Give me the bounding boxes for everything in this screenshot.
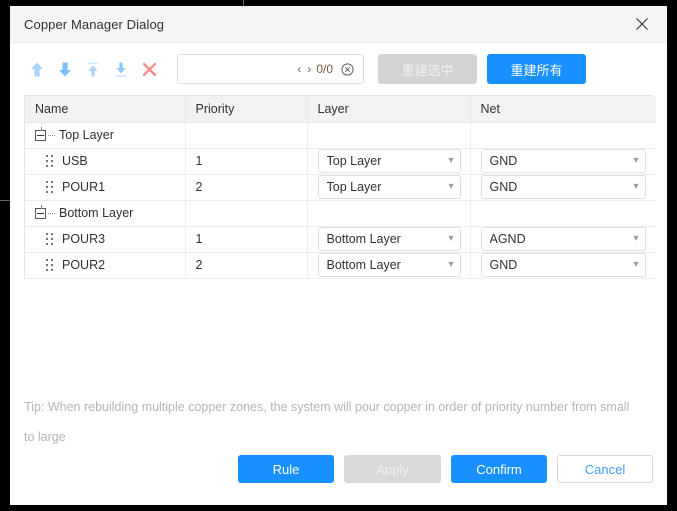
copper-manager-dialog: Copper Manager Dialog ‹ › 0/0 重建选中 重建所有 … xyxy=(10,6,667,505)
row-layer-cell: Bottom Layer ▾ xyxy=(307,226,471,253)
tip-text: Tip: When rebuilding multiple copper zon… xyxy=(24,399,630,444)
search-next-button[interactable]: › xyxy=(304,63,314,75)
chevron-down-icon: ▾ xyxy=(448,233,454,244)
dialog-footer: Rule Apply Confirm Cancel xyxy=(10,452,667,506)
move-to-bottom-icon[interactable] xyxy=(108,56,134,82)
chevron-down-icon: ▾ xyxy=(633,155,639,166)
row-name-label: POUR2 xyxy=(62,258,106,272)
row-layer-cell: Top Layer ▾ xyxy=(307,148,471,175)
row-name-label: Bottom Layer xyxy=(59,206,134,220)
move-down-icon[interactable] xyxy=(52,56,78,82)
row-priority-cell xyxy=(185,122,308,149)
tree-connector-icon xyxy=(48,134,55,136)
dialog-title: Copper Manager Dialog xyxy=(24,16,165,32)
table-header-row: Name Priority Layer Net xyxy=(25,96,656,123)
layer-select-value: Top Layer xyxy=(326,154,382,168)
table-row[interactable]: POUR3 1 Bottom Layer ▾ AGND ▾ xyxy=(25,226,656,253)
net-select-value: GND xyxy=(489,154,518,168)
table-row[interactable]: Top Layer xyxy=(25,122,656,149)
drag-handle-icon[interactable] xyxy=(46,233,55,246)
row-net-cell xyxy=(470,122,656,149)
row-name-cell: POUR2 xyxy=(25,252,186,279)
rule-button[interactable]: Rule xyxy=(238,455,334,483)
row-name-cell: POUR3 xyxy=(25,226,186,253)
row-priority-cell[interactable]: 2 xyxy=(185,252,308,279)
net-select[interactable]: GND ▾ xyxy=(480,149,646,173)
search-prev-button[interactable]: ‹ xyxy=(294,63,304,75)
clear-circle-icon[interactable] xyxy=(340,62,355,77)
row-name-label: POUR1 xyxy=(62,180,106,194)
row-name-cell: USB xyxy=(25,148,186,175)
row-layer-cell: Bottom Layer ▾ xyxy=(307,252,471,279)
layer-select[interactable]: Bottom Layer ▾ xyxy=(317,227,461,251)
row-name-cell: Bottom Layer xyxy=(25,200,186,227)
row-name-cell: POUR1 xyxy=(25,174,186,201)
tree-connector-icon xyxy=(48,212,55,214)
screen: Copper Manager Dialog ‹ › 0/0 重建选中 重建所有 … xyxy=(0,0,677,511)
tree-collapse-icon[interactable] xyxy=(35,204,46,219)
apply-button[interactable]: Apply xyxy=(344,455,441,483)
chevron-down-icon: ▾ xyxy=(633,181,639,192)
net-select[interactable]: GND ▾ xyxy=(480,253,646,277)
row-net-cell: GND ▾ xyxy=(470,252,656,279)
row-net-cell xyxy=(470,200,656,227)
row-name-cell: Top Layer xyxy=(25,122,186,149)
table-row[interactable]: POUR2 2 Bottom Layer ▾ GND ▾ xyxy=(25,252,656,279)
confirm-button[interactable]: Confirm xyxy=(451,455,547,483)
row-layer-cell: Top Layer ▾ xyxy=(307,174,471,201)
chevron-down-icon: ▾ xyxy=(633,233,639,244)
net-select-value: GND xyxy=(489,180,518,194)
layer-select[interactable]: Top Layer ▾ xyxy=(317,149,461,173)
row-net-cell: AGND ▾ xyxy=(470,226,656,253)
tree-collapse-icon[interactable] xyxy=(35,126,46,141)
column-header-layer[interactable]: Layer xyxy=(307,96,471,123)
layer-select-value: Bottom Layer xyxy=(326,258,401,272)
layer-select[interactable]: Top Layer ▾ xyxy=(317,175,461,199)
row-priority-cell[interactable]: 1 xyxy=(185,226,308,253)
column-header-name[interactable]: Name xyxy=(25,96,186,123)
drag-handle-icon[interactable] xyxy=(46,155,55,168)
row-name-label: Top Layer xyxy=(59,128,114,142)
search-input[interactable] xyxy=(187,61,295,77)
toolbar: ‹ › 0/0 重建选中 重建所有 xyxy=(10,43,667,95)
row-layer-cell xyxy=(307,200,471,227)
layer-select[interactable]: Bottom Layer ▾ xyxy=(317,253,461,277)
search-result-count: 0/0 xyxy=(316,62,333,76)
row-priority-cell[interactable]: 1 xyxy=(185,148,308,175)
copper-zone-table: Name Priority Layer Net Top Layer USB 1 … xyxy=(24,95,656,279)
net-select-value: GND xyxy=(489,258,518,272)
dialog-titlebar: Copper Manager Dialog xyxy=(10,6,667,43)
move-up-icon[interactable] xyxy=(24,56,50,82)
rebuild-all-button[interactable]: 重建所有 xyxy=(487,54,586,84)
drag-handle-icon[interactable] xyxy=(46,181,55,194)
row-priority-cell[interactable]: 2 xyxy=(185,174,308,201)
net-select-value: AGND xyxy=(489,232,526,246)
row-net-cell: GND ▾ xyxy=(470,148,656,175)
column-header-net[interactable]: Net xyxy=(470,96,656,123)
row-layer-cell xyxy=(307,122,471,149)
row-net-cell: GND ▾ xyxy=(470,174,656,201)
net-select[interactable]: AGND ▾ xyxy=(480,227,646,251)
chevron-down-icon: ▾ xyxy=(448,181,454,192)
delete-icon[interactable] xyxy=(136,56,162,82)
column-header-priority[interactable]: Priority xyxy=(185,96,308,123)
rebuild-selected-button[interactable]: 重建选中 xyxy=(378,54,477,84)
row-name-label: USB xyxy=(62,154,88,168)
drag-handle-icon[interactable] xyxy=(46,259,55,272)
chevron-down-icon: ▾ xyxy=(448,155,454,166)
cancel-button[interactable]: Cancel xyxy=(557,455,653,483)
layer-select-value: Bottom Layer xyxy=(326,232,401,246)
move-to-top-icon[interactable] xyxy=(80,56,106,82)
row-priority-cell xyxy=(185,200,308,227)
layer-select-value: Top Layer xyxy=(326,180,382,194)
table-row[interactable]: Bottom Layer xyxy=(25,200,656,227)
chevron-down-icon: ▾ xyxy=(448,259,454,270)
chevron-down-icon: ▾ xyxy=(633,259,639,270)
net-select[interactable]: GND ▾ xyxy=(480,175,646,199)
row-name-label: POUR3 xyxy=(62,232,106,246)
search-box[interactable]: ‹ › 0/0 xyxy=(177,54,364,84)
table-row[interactable]: POUR1 2 Top Layer ▾ GND ▾ xyxy=(25,174,656,201)
close-icon[interactable] xyxy=(631,13,653,35)
table-row[interactable]: USB 1 Top Layer ▾ GND ▾ xyxy=(25,148,656,175)
